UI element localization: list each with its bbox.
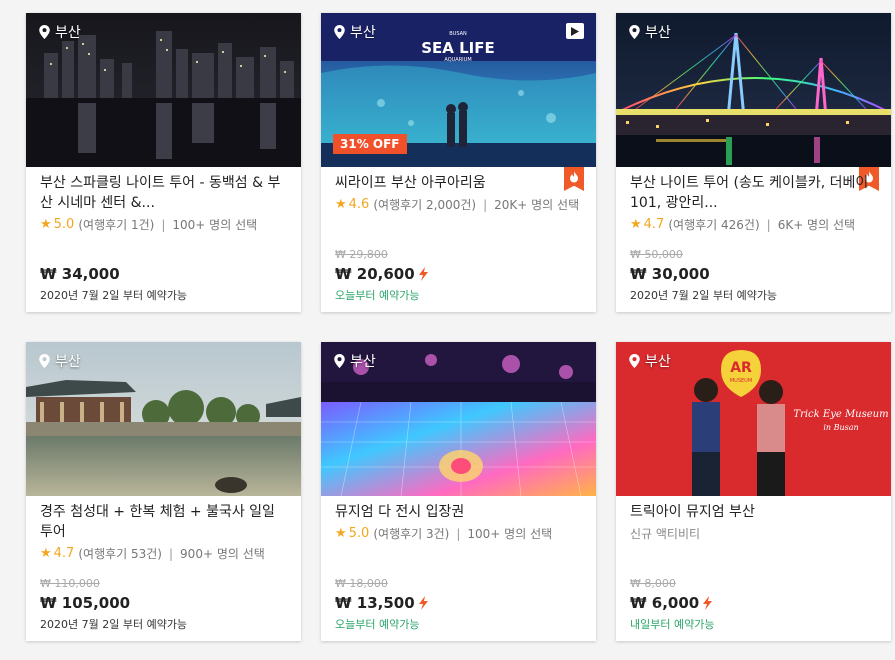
location-pin-icon [334,354,345,368]
review-count: (여행후기 2,000건) [373,198,477,212]
lightning-icon [418,596,428,610]
card-title[interactable]: 씨라이프 부산 아쿠아리움 [335,173,582,193]
card-image-digital-museum: 부산 [321,342,596,496]
availability-text: 오늘부터 예약가능 [335,289,420,302]
sealife-logo-text: SEA LIFE [421,39,495,57]
divider: | [161,217,166,232]
activity-card-6[interactable]: AR MUSEUM Trick Eye Museum in Busan 부산 트… [616,342,891,641]
current-price: ₩ 105,000 [40,594,131,612]
original-price [40,248,287,263]
activity-card-2[interactable]: SEA LIFE BUSAN AQUARIUM 부산 31% OFF 씨라이프 … [321,13,596,312]
divider: | [483,197,488,212]
original-price: ₩ 18,000 [335,577,388,590]
location-label: 부산 [39,22,81,42]
activity-card-3[interactable]: 부산 부산 나이트 투어 (송도 케이블카, 더베이 101, 광안리... ★… [616,13,891,312]
review-count: (여행후기 426건) [668,218,760,232]
divider: | [766,217,771,232]
original-price: ₩ 50,000 [630,248,683,261]
location-label: 부산 [334,351,376,371]
trick-eye-script-text: Trick Eye Museum [793,409,888,420]
card-title[interactable]: 뮤지엄 다 전시 입장권 [335,502,582,522]
booked-count: 6K+ 명의 선택 [777,218,856,232]
booked-count: 100+ 명의 선택 [467,527,553,541]
sealife-logo-top: BUSAN [449,31,467,37]
availability-text: 2020년 7월 2일 부터 예약가능 [40,289,188,302]
card-image-night-city: 부산 [26,13,301,167]
review-count: (여행후기 1건) [78,218,155,232]
location-pin-icon [629,354,640,368]
original-price: ₩ 8,000 [630,577,676,590]
original-price: ₩ 110,000 [40,577,100,590]
booked-count: 20K+ 명의 선택 [494,198,580,212]
new-activity-label: 신규 액티비티 [630,527,701,541]
card-title[interactable]: 트릭아이 뮤지엄 부산 [630,502,877,522]
original-price: ₩ 29,800 [335,248,388,261]
review-count: (여행후기 53건) [78,547,162,561]
card-image-palace-pond: 부산 [26,342,301,496]
booked-count: 100+ 명의 선택 [172,218,258,232]
availability-text: 2020년 7월 2일 부터 예약가능 [630,289,778,302]
availability-text: 오늘부터 예약가능 [335,618,420,631]
location-text: 부산 [645,25,671,41]
current-price: ₩ 30,000 [630,265,710,283]
star-icon: ★ [335,197,347,212]
review-count: (여행후기 3건) [373,527,450,541]
ar-badge-text: AR [730,360,752,376]
activity-card-5[interactable]: 부산 뮤지엄 다 전시 입장권 ★ 5.0 (여행후기 3건) | 100+ 명… [321,342,596,641]
lightning-icon [418,267,428,281]
activity-card-4[interactable]: 부산 경주 첨성대 + 한복 체험 + 불국사 일일 투어 ★ 4.7 (여행후… [26,342,301,641]
rating-row: ★ 5.0 (여행후기 1건) | 100+ 명의 선택 [40,216,287,233]
divider: | [456,526,461,541]
location-text: 부산 [55,354,81,370]
location-pin-icon [39,25,50,39]
ar-badge-subtext: MUSEUM [730,378,752,384]
booked-count: 900+ 명의 선택 [180,547,265,561]
discount-badge: 31% OFF [333,134,407,154]
location-label: 부산 [629,22,671,42]
rating-score: 4.7 [643,217,665,232]
card-image-bridge: 부산 [616,13,891,167]
rating-row: ★ 4.6 (여행후기 2,000건) | 20K+ 명의 선택 [335,196,582,213]
location-pin-icon [629,25,640,39]
star-icon: ★ [40,217,52,232]
rating-score: 5.0 [53,217,75,232]
current-price: ₩ 20,600 [335,265,415,283]
activity-card-1[interactable]: 부산 부산 스파클링 나이트 투어 - 동백섬 & 부산 시네마 센터 &...… [26,13,301,312]
rating-row: ★ 5.0 (여행후기 3건) | 100+ 명의 선택 [335,525,582,542]
divider: | [169,546,174,561]
location-text: 부산 [55,25,81,41]
location-label: 부산 [334,22,376,42]
rating-score: 5.0 [348,526,370,541]
lightning-icon [703,596,713,610]
availability-text: 내일부터 예약가능 [630,618,715,631]
rating-row: ★ 4.7 (여행후기 53건) | 900+ 명의 선택 [40,545,287,562]
play-icon[interactable] [566,23,584,39]
current-price: ₩ 13,500 [335,594,415,612]
availability-text: 2020년 7월 2일 부터 예약가능 [40,618,188,631]
location-text: 부산 [350,25,376,41]
location-text: 부산 [350,354,376,370]
star-icon: ★ [335,526,347,541]
card-image-aquarium: SEA LIFE BUSAN AQUARIUM 부산 31% OFF [321,13,596,167]
trick-eye-script-subtext: in Busan [823,423,858,432]
card-title[interactable]: 경주 첨성대 + 한복 체험 + 불국사 일일 투어 [40,502,287,542]
card-title[interactable]: 부산 나이트 투어 (송도 케이블카, 더베이 101, 광안리... [630,173,877,213]
card-title[interactable]: 부산 스파클링 나이트 투어 - 동백섬 & 부산 시네마 센터 &... [40,173,287,213]
location-label: 부산 [629,351,671,371]
rating-row: ★ 4.7 (여행후기 426건) | 6K+ 명의 선택 [630,216,877,233]
rating-score: 4.6 [348,197,370,212]
current-price: ₩ 6,000 [630,594,700,612]
current-price: ₩ 34,000 [40,265,120,283]
star-icon: ★ [630,217,642,232]
location-label: 부산 [39,351,81,371]
location-pin-icon [334,25,345,39]
card-image-trick-eye: AR MUSEUM Trick Eye Museum in Busan 부산 [616,342,891,496]
location-text: 부산 [645,354,671,370]
star-icon: ★ [40,546,52,561]
location-pin-icon [39,354,50,368]
rating-score: 4.7 [53,546,75,561]
sealife-logo-bottom: AQUARIUM [444,57,471,63]
